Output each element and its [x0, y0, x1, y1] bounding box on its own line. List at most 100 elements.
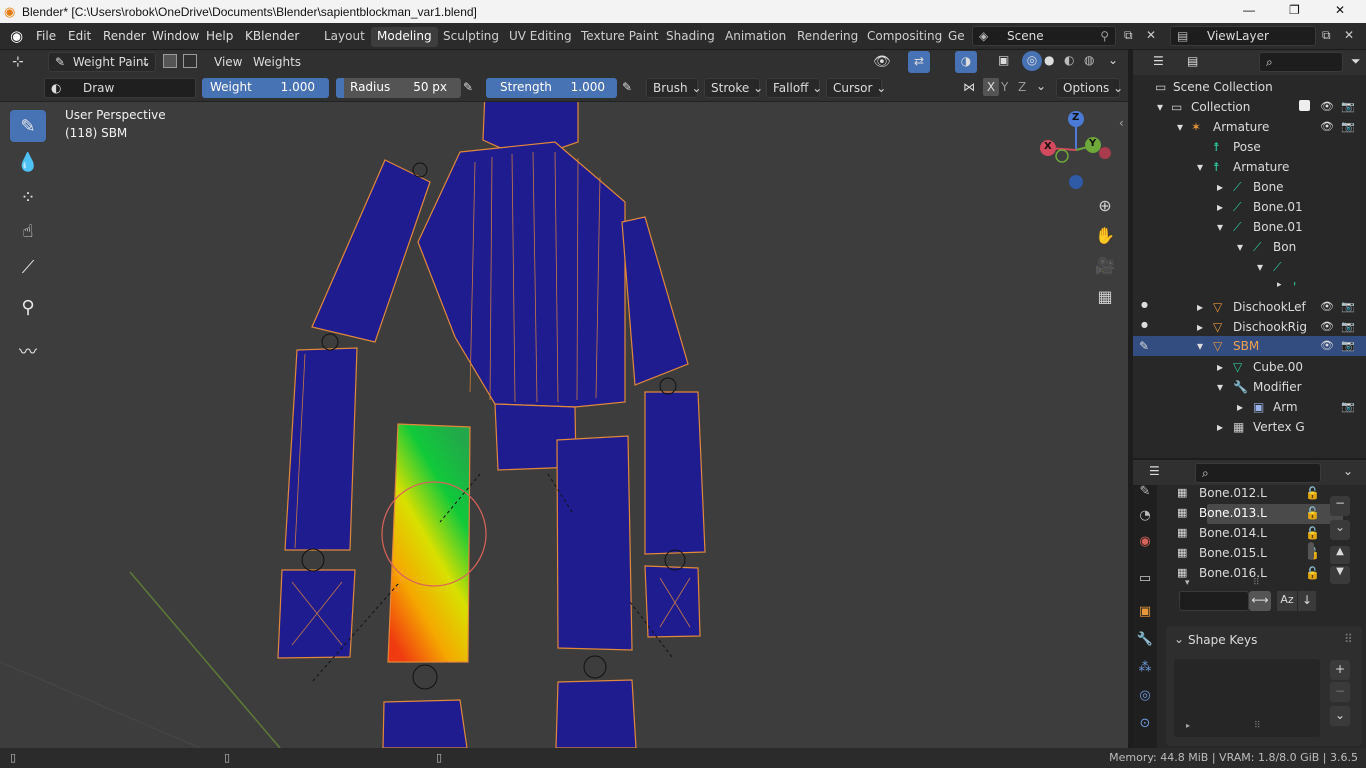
remove-shape-key-button[interactable]: −	[1330, 682, 1350, 702]
outliner-row-dischookleft[interactable]: ● ▸ ▽ DischookLef 👁 📷	[1133, 297, 1366, 317]
mirror-chevron-icon[interactable]: ⌄	[1036, 79, 1046, 93]
navigation-gizmo[interactable]: Z Y X	[1040, 108, 1120, 198]
physics-tab-icon[interactable]: ◎	[1137, 687, 1153, 703]
vertex-group-filter-input[interactable]	[1179, 591, 1249, 611]
vertex-group-specials-chevron-icon[interactable]: ⌄	[1330, 520, 1350, 540]
lock-icon[interactable]: 🔓	[1305, 566, 1320, 580]
tool-tab-icon[interactable]: ✎	[1137, 483, 1153, 499]
weight-paint-mode-icon[interactable]: ✎	[1139, 339, 1149, 353]
outliner-row-pose[interactable]: ☨ Pose	[1133, 137, 1366, 157]
modifier-tab-icon[interactable]: 🔧	[1137, 631, 1153, 647]
mode-dropdown[interactable]: ✎ Weight Paint ⌄	[48, 52, 156, 72]
outliner-row-vertex-groups[interactable]: ▸ ▦ Vertex G	[1133, 417, 1366, 437]
list-expand-icon[interactable]: ▾	[1185, 578, 1190, 588]
outliner-row-armature[interactable]: ▾ ✶ Armature 👁 📷	[1133, 117, 1366, 137]
outliner-row-armature-modifier[interactable]: ▸ ▣ Arm 📷	[1133, 397, 1366, 417]
editor-type-icon[interactable]: ⊹	[12, 54, 24, 70]
viewlayer-selector[interactable]: ▤ ViewLayer	[1170, 26, 1316, 46]
shading-options-chevron-icon[interactable]: ⌄	[1108, 53, 1118, 67]
properties-options-chevron-icon[interactable]: ⌄	[1343, 464, 1353, 478]
eye-icon[interactable]: 👁	[1320, 339, 1334, 352]
tab-rendering[interactable]: Rendering	[791, 27, 864, 47]
list-resize-grip[interactable]: ⠿	[1254, 721, 1261, 731]
eye-icon[interactable]: 👁	[1320, 320, 1334, 333]
outliner-row-cube-mesh[interactable]: ▸ ▽ Cube.00	[1133, 357, 1366, 377]
tab-animation[interactable]: Animation	[719, 27, 792, 47]
gizmo-toggle-icon[interactable]: ⇄	[908, 51, 930, 73]
tab-uv-editing[interactable]: UV Editing	[503, 27, 578, 47]
world-tab-icon[interactable]: ◉	[1137, 533, 1153, 549]
weight-slider[interactable]: Weight 1.000	[202, 78, 329, 98]
collection-tab-icon[interactable]: ▭	[1137, 570, 1153, 586]
pressure-strength-icon[interactable]: ✎	[622, 80, 632, 94]
tab-modeling[interactable]: Modeling	[371, 27, 438, 47]
wireframe-shading-icon[interactable]: ◎	[1022, 51, 1042, 71]
shape-key-specials-chevron-icon[interactable]: ⌄	[1330, 706, 1350, 726]
eye-icon[interactable]: 👁	[1320, 100, 1334, 113]
average-tool-icon[interactable]: ⁘	[10, 181, 46, 213]
properties-editor-type-icon[interactable]: ☰	[1149, 464, 1160, 478]
outliner-row-collection[interactable]: ▾ ▭ Collection 👁 📷	[1133, 97, 1366, 117]
xray-icon[interactable]: ▣	[998, 53, 1009, 67]
tab-texture-paint[interactable]: Texture Paint	[575, 27, 664, 47]
mirror-x-toggle[interactable]: X	[983, 78, 999, 96]
camera-icon[interactable]: 📷	[1341, 339, 1355, 352]
solid-shading-icon[interactable]: ●	[1044, 53, 1054, 67]
rendered-shading-icon[interactable]: ◍	[1084, 53, 1094, 67]
tab-layout[interactable]: Layout	[318, 27, 371, 47]
3d-viewport[interactable]	[0, 102, 1128, 748]
vertex-group-item-active[interactable]: ▦ Bone.013.L 🔓	[1177, 504, 1343, 524]
outliner-row-modifiers[interactable]: ▾ 🔧 Modifier	[1133, 377, 1366, 397]
outliner-editor-type-icon[interactable]: ☰	[1153, 54, 1164, 68]
panel-grip-icon[interactable]: ⠿	[1344, 632, 1353, 646]
particles-tab-icon[interactable]: ⁂	[1137, 659, 1153, 675]
pressure-radius-icon[interactable]: ✎	[463, 80, 473, 94]
lock-icon[interactable]: 🔓	[1305, 506, 1320, 520]
remove-vertex-group-button[interactable]: −	[1330, 496, 1350, 516]
new-scene-icon[interactable]: ⧉	[1124, 28, 1133, 43]
filter-icon[interactable]: ⏷	[1351, 54, 1361, 69]
camera-icon[interactable]: 📷	[1341, 120, 1355, 133]
shape-keys-list[interactable]	[1174, 659, 1320, 737]
delete-scene-icon[interactable]: ✕	[1146, 28, 1156, 42]
panel-collapse-chevron-icon[interactable]: ⌄	[1174, 632, 1184, 646]
blender-menu-icon[interactable]: ◉	[10, 27, 23, 45]
menu-kblender[interactable]: KBlender	[245, 29, 299, 43]
vertex-group-item[interactable]: ▦ Bone.016.L 🔓	[1177, 564, 1343, 584]
display-mode-icon[interactable]: ▤	[1187, 54, 1198, 68]
add-shape-key-button[interactable]: +	[1330, 660, 1350, 680]
sample-weight-tool-icon[interactable]: ⚲	[10, 291, 46, 323]
tab-geometry-nodes[interactable]: Ge	[942, 27, 971, 47]
outliner-row-armature-data[interactable]: ▾ ☨ Armature	[1133, 157, 1366, 177]
blur-tool-icon[interactable]: 💧	[10, 146, 46, 178]
vertex-group-item[interactable]: ▦Bone.015.L🔓	[1177, 544, 1343, 564]
list-scrollbar[interactable]	[1308, 542, 1314, 560]
outliner-row-sbm[interactable]: ✎ ▾ ▽ SBM 👁 📷	[1133, 336, 1366, 356]
smear-tool-icon[interactable]: ☝	[10, 215, 46, 247]
eye-icon[interactable]: 👁	[1320, 300, 1334, 313]
menu-render[interactable]: Render	[103, 29, 146, 43]
tab-sculpting[interactable]: Sculpting	[437, 27, 505, 47]
stroke-menu[interactable]: Stroke ⌄	[704, 78, 763, 98]
perspective-toggle-icon[interactable]: ▦	[1092, 283, 1118, 309]
outliner-row-bone-deep[interactable]: ▸ '	[1133, 277, 1366, 297]
new-viewlayer-icon[interactable]: ⧉	[1322, 28, 1331, 43]
shape-keys-title[interactable]: Shape Keys	[1188, 633, 1257, 647]
minimize-button[interactable]: —	[1243, 3, 1255, 17]
outliner-row-bone-01[interactable]: ▸ ⟋ Bone.01	[1133, 197, 1366, 217]
mirror-y-toggle[interactable]: Y	[1001, 80, 1008, 94]
outliner-row-bone-child[interactable]: ▾ ⟋ Bon	[1133, 237, 1366, 257]
camera-icon[interactable]: 📷	[1341, 300, 1355, 313]
strength-slider[interactable]: Strength 1.000	[486, 78, 617, 98]
select-mode-vertex-icon[interactable]	[183, 54, 197, 68]
overlay-toggle-icon[interactable]: ◑	[955, 51, 977, 73]
outliner-row-dischookright[interactable]: ● ▸ ▽ DischookRig 👁 📷	[1133, 317, 1366, 337]
maximize-button[interactable]: ❐	[1289, 3, 1300, 17]
material-shading-icon[interactable]: ◐	[1064, 53, 1074, 67]
outliner-row-bone[interactable]: ▸ ⟋ Bone	[1133, 177, 1366, 197]
gradient-tool-icon[interactable]: ⟋	[10, 251, 46, 283]
sidebar-toggle-chevron-icon[interactable]: ‹	[1119, 116, 1124, 130]
outliner-row-bone-01b[interactable]: ▾ ⟋ Bone.01	[1133, 217, 1366, 237]
annotate-tool-icon[interactable]: 〰	[10, 335, 46, 367]
pin-icon[interactable]: ⚲	[1100, 29, 1109, 43]
